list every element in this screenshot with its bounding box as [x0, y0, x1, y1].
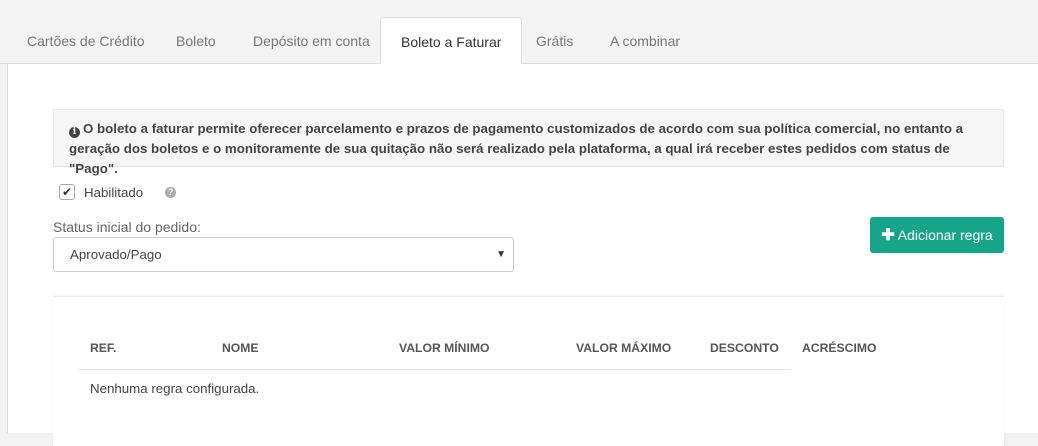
info-circle-icon: i	[69, 127, 80, 138]
rules-table-card: REF. NOME VALOR MÍNIMO VALOR MÁXIMO DESC…	[53, 296, 1004, 446]
plus-icon: ✚	[881, 227, 895, 244]
add-rule-label: Adicionar regra	[897, 227, 993, 243]
question-circle-icon[interactable]: ?	[165, 186, 177, 198]
tab-boleto[interactable]: Boleto	[156, 17, 236, 65]
enabled-checkbox[interactable]: ✔	[59, 184, 75, 200]
enabled-row: ✔ Habilitado ?	[59, 182, 177, 202]
empty-table-message: Nenhuma regra configurada.	[90, 381, 260, 396]
column-header-desconto: DESCONTO	[710, 341, 779, 355]
tab-panel: iO boleto a faturar permite oferecer par…	[7, 64, 1038, 446]
column-header-acrescimo: ACRÉSCIMO	[802, 341, 877, 355]
column-header-valor-minimo: VALOR MÍNIMO	[399, 341, 490, 355]
caret-down-icon: ▼	[496, 249, 506, 260]
info-text: O boleto a faturar permite oferecer parc…	[69, 121, 964, 176]
add-rule-button[interactable]: ✚ Adicionar regra	[870, 217, 1004, 253]
status-label: Status inicial do pedido:	[53, 219, 201, 235]
payment-method-tabs: Cartões de Crédito Boleto Depósito em co…	[0, 0, 1038, 65]
info-alert: iO boleto a faturar permite oferecer par…	[53, 109, 1004, 176]
enabled-label: Habilitado	[84, 184, 144, 200]
tab-gratis[interactable]: Grátis	[516, 17, 593, 65]
column-header-ref: REF.	[90, 341, 117, 355]
checkmark-icon: ✔	[61, 185, 73, 199]
table-header-divider	[79, 369, 791, 370]
column-header-valor-maximo: VALOR MÁXIMO	[576, 341, 672, 355]
tab-cartoes-de-credito[interactable]: Cartões de Crédito	[7, 17, 165, 65]
tab-deposito-em-conta[interactable]: Depósito em conta	[233, 17, 390, 65]
tab-boleto-a-faturar[interactable]: Boleto a Faturar	[380, 17, 523, 65]
status-select[interactable]: Aprovado/Pago ▼	[53, 237, 514, 272]
column-header-nome: NOME	[222, 341, 259, 355]
tab-a-combinar[interactable]: A combinar	[590, 17, 700, 65]
status-select-value: Aprovado/Pago	[70, 247, 162, 262]
